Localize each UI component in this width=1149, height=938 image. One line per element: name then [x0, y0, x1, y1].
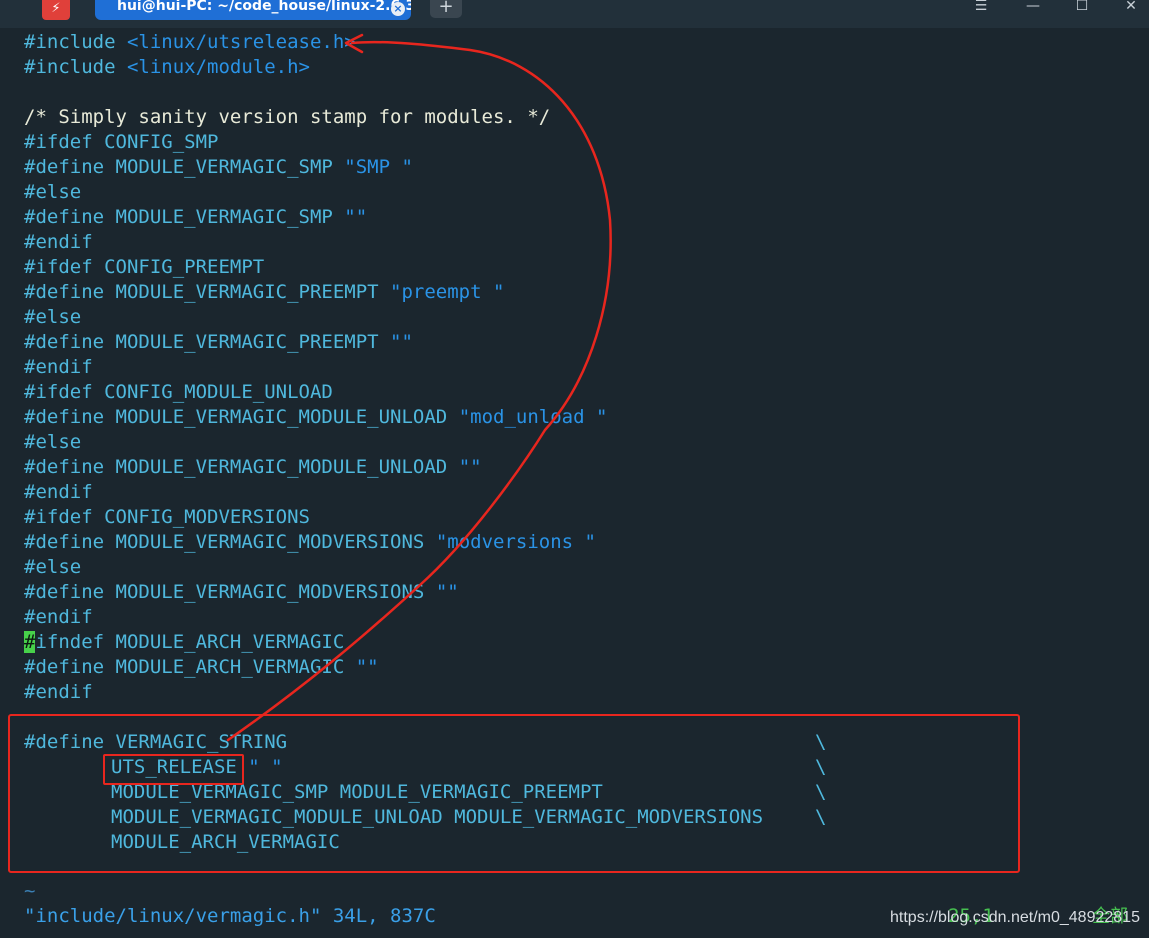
arrow-curve [226, 40, 612, 742]
annotation-arrow [226, 33, 612, 742]
